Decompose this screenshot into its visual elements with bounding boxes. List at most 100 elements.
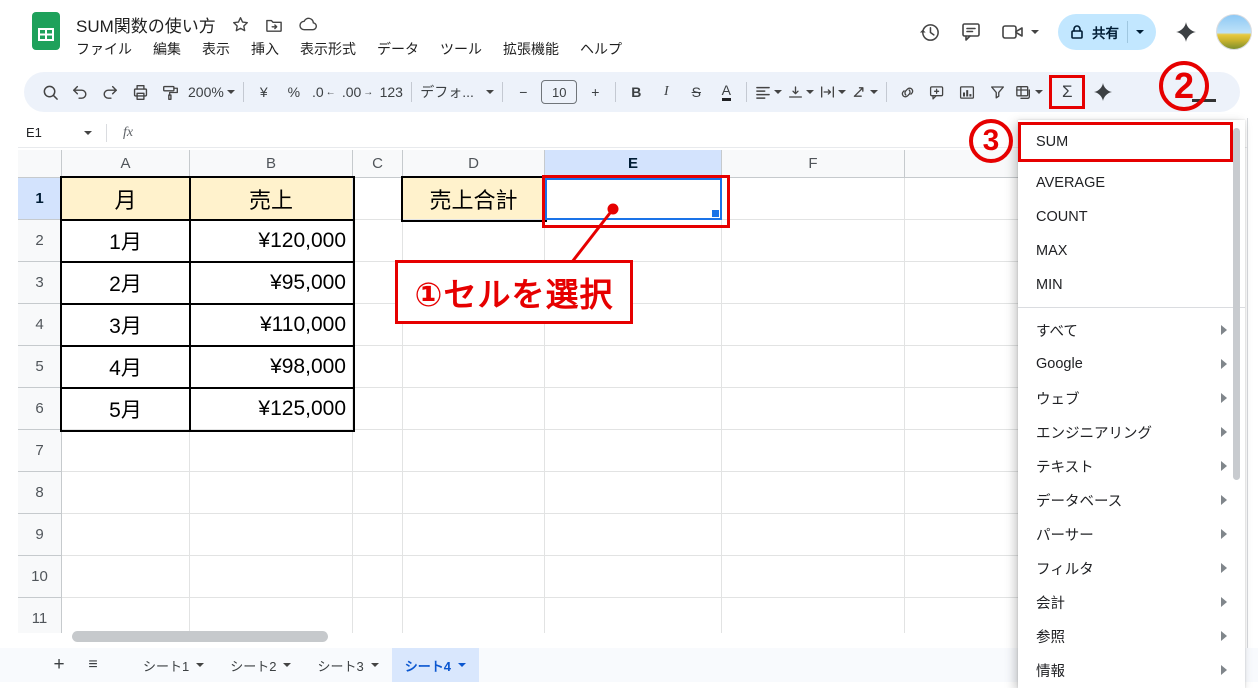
cell-A4[interactable]: 3月: [62, 304, 190, 346]
menu-3[interactable]: 表示: [202, 39, 230, 59]
cell-B7[interactable]: [190, 430, 353, 472]
menu-2[interactable]: 編集: [153, 39, 181, 59]
row-header-1[interactable]: 1: [18, 178, 62, 220]
vertical-align-button[interactable]: [788, 78, 815, 106]
sheet-tab-4[interactable]: シート4: [391, 648, 479, 682]
cell-B2[interactable]: ¥120,000: [190, 220, 353, 262]
function-item-max[interactable]: MAX: [1018, 234, 1245, 268]
cell-B11[interactable]: [190, 598, 353, 633]
cell-F2[interactable]: [722, 220, 905, 262]
cell-A10[interactable]: [62, 556, 190, 598]
cell-F6[interactable]: [722, 388, 905, 430]
cell-B5[interactable]: ¥98,000: [190, 346, 353, 388]
column-header-D[interactable]: D: [403, 150, 545, 178]
horizontal-align-button[interactable]: [755, 78, 783, 106]
decrease-decimal-button[interactable]: .0 ←: [312, 78, 336, 106]
sheet-tab-2[interactable]: シート2: [217, 648, 304, 682]
column-header-E[interactable]: E: [545, 150, 722, 178]
gemini-spark-icon[interactable]: [1175, 21, 1197, 43]
undo-icon[interactable]: [68, 78, 92, 106]
sheet-tab-caret[interactable]: [196, 663, 205, 667]
cell-D6[interactable]: [403, 388, 545, 430]
table-views-button[interactable]: [1015, 78, 1044, 106]
function-category-9[interactable]: 会計: [1018, 585, 1245, 619]
cell-C7[interactable]: [353, 430, 403, 472]
cell-E5[interactable]: [545, 346, 722, 388]
star-icon[interactable]: [232, 16, 249, 33]
italic-button[interactable]: I: [654, 78, 678, 106]
font-size-input[interactable]: 10: [541, 80, 578, 104]
move-to-folder-icon[interactable]: [265, 17, 283, 33]
comments-icon[interactable]: [960, 21, 982, 43]
cell-E7[interactable]: [545, 430, 722, 472]
format-currency-button[interactable]: ¥: [252, 78, 276, 106]
document-title[interactable]: SUM関数の使い方: [76, 12, 216, 37]
toolbar-spark-icon[interactable]: [1091, 78, 1115, 106]
row-header-9[interactable]: 9: [18, 514, 62, 556]
cloud-status-icon[interactable]: [299, 17, 318, 32]
cell-A7[interactable]: [62, 430, 190, 472]
cell-C1[interactable]: [353, 178, 403, 220]
insert-comment-icon[interactable]: [925, 78, 949, 106]
cell-F9[interactable]: [722, 514, 905, 556]
cell-E9[interactable]: [545, 514, 722, 556]
cell-B3[interactable]: ¥95,000: [190, 262, 353, 304]
cell-E6[interactable]: [545, 388, 722, 430]
format-percent-button[interactable]: %: [282, 78, 306, 106]
cell-D5[interactable]: [403, 346, 545, 388]
function-category-1[interactable]: すべて: [1018, 313, 1245, 347]
column-header-A[interactable]: A: [62, 150, 190, 178]
cell-A6[interactable]: 5月: [62, 388, 190, 430]
row-header-8[interactable]: 8: [18, 472, 62, 514]
bold-button[interactable]: B: [624, 78, 648, 106]
sheet-tab-caret[interactable]: [370, 663, 379, 667]
row-header-7[interactable]: 7: [18, 430, 62, 472]
function-item-count[interactable]: COUNT: [1018, 200, 1245, 234]
decrease-font-size-button[interactable]: −: [511, 78, 535, 106]
sheet-tab-1[interactable]: シート1: [130, 648, 217, 682]
text-color-button[interactable]: A: [714, 78, 738, 106]
function-item-sum[interactable]: SUM: [1018, 122, 1233, 162]
sheet-tab-caret[interactable]: [457, 663, 466, 667]
cell-A8[interactable]: [62, 472, 190, 514]
cell-F4[interactable]: [722, 304, 905, 346]
cell-B10[interactable]: [190, 556, 353, 598]
insert-chart-icon[interactable]: [955, 78, 979, 106]
cell-F7[interactable]: [722, 430, 905, 472]
all-sheets-button[interactable]: ≡: [78, 648, 108, 682]
cell-D8[interactable]: [403, 472, 545, 514]
cell-B4[interactable]: ¥110,000: [190, 304, 353, 346]
print-icon[interactable]: [128, 78, 152, 106]
strikethrough-button[interactable]: S: [684, 78, 708, 106]
cell-B9[interactable]: [190, 514, 353, 556]
add-sheet-button[interactable]: +: [44, 648, 74, 682]
cell-D9[interactable]: [403, 514, 545, 556]
functions-sigma-button[interactable]: Σ: [1049, 75, 1086, 109]
menu-8[interactable]: 拡張機能: [503, 39, 559, 59]
cell-B1[interactable]: 売上: [190, 178, 353, 220]
sheet-tab-3[interactable]: シート3: [304, 648, 391, 682]
cell-F1[interactable]: [722, 178, 905, 220]
sheets-logo-icon[interactable]: [32, 12, 61, 52]
redo-icon[interactable]: [98, 78, 122, 106]
menu-scrollbar[interactable]: [1233, 128, 1240, 480]
cell-C11[interactable]: [353, 598, 403, 633]
share-button[interactable]: 共有: [1058, 14, 1156, 50]
insert-link-icon[interactable]: [895, 78, 919, 106]
cell-F8[interactable]: [722, 472, 905, 514]
row-header-3[interactable]: 3: [18, 262, 62, 304]
cell-C8[interactable]: [353, 472, 403, 514]
row-header-2[interactable]: 2: [18, 220, 62, 262]
function-category-7[interactable]: パーサー: [1018, 517, 1245, 551]
column-header-C[interactable]: C: [353, 150, 403, 178]
cell-A5[interactable]: 4月: [62, 346, 190, 388]
function-category-8[interactable]: フィルタ: [1018, 551, 1245, 585]
meet-video-button[interactable]: [1001, 22, 1039, 42]
cell-A1[interactable]: 月: [62, 178, 190, 220]
cell-F10[interactable]: [722, 556, 905, 598]
column-header-F[interactable]: F: [722, 150, 905, 178]
cell-C9[interactable]: [353, 514, 403, 556]
more-formats-button[interactable]: 123: [379, 78, 403, 106]
cell-F5[interactable]: [722, 346, 905, 388]
increase-decimal-button[interactable]: .00 →: [342, 78, 373, 106]
